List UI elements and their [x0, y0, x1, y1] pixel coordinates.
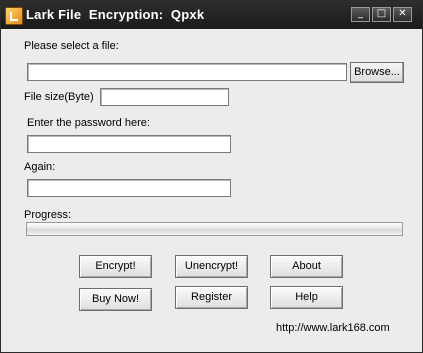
- minimize-icon[interactable]: _: [351, 7, 370, 22]
- again-label: Again:: [24, 161, 56, 173]
- progress-label: Progress:: [24, 209, 72, 221]
- register-button[interactable]: Register: [175, 286, 248, 309]
- app-window: Lark File Encryption: Qpxk _ □ ✕ Please …: [0, 0, 423, 353]
- buy-now-button[interactable]: Buy Now!: [79, 288, 152, 311]
- file-size-label: File size(Byte): [24, 91, 94, 103]
- website-link[interactable]: http://www.lark168.com: [276, 322, 390, 334]
- file-path-input[interactable]: [27, 63, 347, 81]
- file-size-field[interactable]: [100, 88, 229, 106]
- close-icon[interactable]: ✕: [393, 7, 412, 22]
- title-bar[interactable]: Lark File Encryption: Qpxk _ □ ✕: [1, 1, 422, 29]
- window-title: Lark File Encryption: Qpxk: [26, 7, 205, 22]
- window-controls: _ □ ✕: [351, 7, 412, 22]
- unencrypt-button[interactable]: Unencrypt!: [175, 255, 248, 278]
- progress-bar: [26, 222, 403, 236]
- help-button[interactable]: Help: [270, 286, 343, 309]
- maximize-icon[interactable]: □: [372, 7, 391, 22]
- password-label: Enter the password here:: [27, 117, 150, 129]
- app-icon: [5, 7, 23, 25]
- about-button[interactable]: About: [270, 255, 343, 278]
- encrypt-button[interactable]: Encrypt!: [79, 255, 152, 278]
- confirm-password-input[interactable]: [27, 179, 231, 197]
- select-file-label: Please select a file:: [24, 40, 119, 52]
- browse-button[interactable]: Browse...: [350, 62, 404, 83]
- password-input[interactable]: [27, 135, 231, 153]
